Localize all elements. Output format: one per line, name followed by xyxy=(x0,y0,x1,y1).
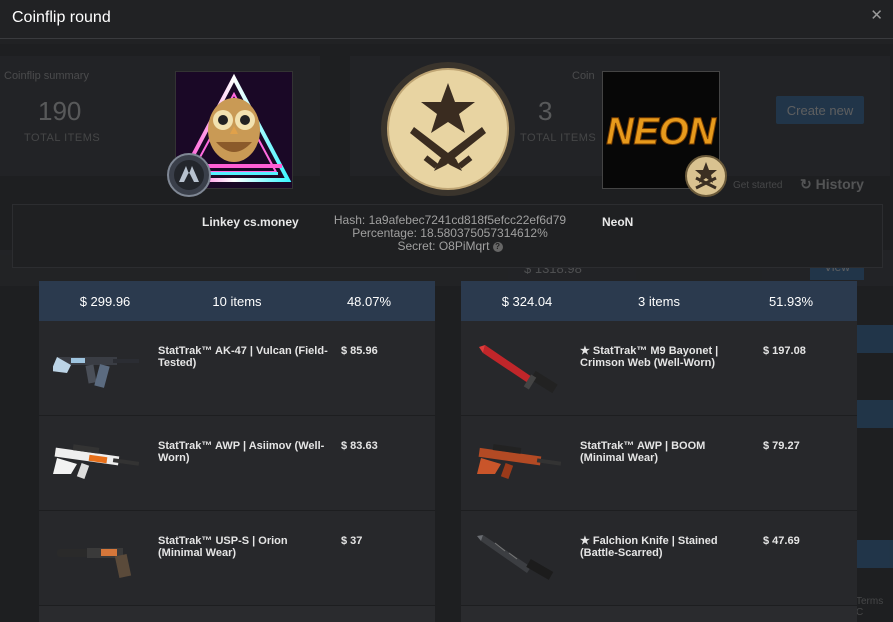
item-row[interactable]: StatTrak™ USP-S | Orion (Minimal Wear) $… xyxy=(39,511,435,606)
create-new-button: Create new xyxy=(776,96,864,124)
item-row[interactable]: ★ Falchion Knife | Stained (Battle-Scarr… xyxy=(461,511,857,606)
item-row[interactable]: StatTrak™ AWP | Asiimov (Well-Worn) $ 83… xyxy=(39,416,435,511)
background-summary-title-right: Coin xyxy=(572,70,595,82)
item-name: ★ StatTrak™ M9 Bayonet | Crimson Web (We… xyxy=(580,345,719,369)
item-name: StatTrak™ AWP | BOOM (Minimal Wear) xyxy=(580,440,706,464)
get-started-link: Get started xyxy=(733,180,783,191)
side-item-count: 10 items xyxy=(212,293,262,309)
rank-badge-icon xyxy=(167,153,211,197)
background-side-button xyxy=(856,325,893,353)
item-price: $ 83.63 xyxy=(341,440,378,452)
side-panel-left: $ 299.96 10 items 48.07% StatTrak™ AK-47… xyxy=(39,281,435,622)
close-icon[interactable]: ✕ xyxy=(870,6,883,24)
m9-bayonet-icon xyxy=(479,345,558,394)
modal-title: Coinflip round xyxy=(12,9,111,26)
rank-badge-icon xyxy=(685,155,727,197)
neon-avatar-text: NEON xyxy=(606,111,717,153)
item-price: $ 79.27 xyxy=(763,440,800,452)
item-name: StatTrak™ AWP | Asiimov (Well-Worn) xyxy=(158,440,325,464)
side-header-right: $ 324.04 3 items 51.93% xyxy=(461,281,857,321)
provably-fair-info: Hash: 1a9afebec7241cd818f5efcc22ef6d79 P… xyxy=(310,214,590,253)
side-win-chance: 51.93% xyxy=(768,293,814,309)
awp-asiimov-icon xyxy=(53,444,140,479)
background-total-items-label: TOTAL ITEMS xyxy=(24,132,101,144)
item-row[interactable]: ★ StatTrak™ M9 Bayonet | Crimson Web (We… xyxy=(461,321,857,416)
ak47-icon xyxy=(53,357,139,388)
terms-link: Terms C xyxy=(856,596,884,618)
background-total-items-count-right: 3 xyxy=(538,96,553,126)
item-name: StatTrak™ USP-S | Orion (Minimal Wear) xyxy=(158,535,288,559)
item-price: $ 37 xyxy=(341,535,363,547)
background-side-button xyxy=(856,540,893,568)
side-total-value: $ 299.96 xyxy=(79,293,131,309)
item-price: $ 85.96 xyxy=(341,345,378,357)
player-left-name[interactable]: Linkey cs.money xyxy=(202,215,299,229)
side-total-value: $ 324.04 xyxy=(501,293,553,309)
awp-boom-icon xyxy=(477,444,562,479)
secret-row: Secret: O8PiMqrt? xyxy=(310,240,590,253)
player-right-name[interactable]: NeoN xyxy=(602,215,633,229)
side-item-count: 3 items xyxy=(638,293,680,309)
item-price: $ 47.69 xyxy=(763,535,800,547)
background-side-button xyxy=(856,400,893,428)
background-total-items-label-right: TOTAL ITEMS xyxy=(520,132,597,144)
side-header-left: $ 299.96 10 items 48.07% xyxy=(39,281,435,321)
background-summary-title: Coinflip summary xyxy=(4,70,89,82)
coinflip-coin-icon xyxy=(381,62,515,196)
modal-header: Coinflip round ✕ xyxy=(0,0,893,39)
item-row[interactable]: StatTrak™ AK-47 | Vulcan (Field-Tested) … xyxy=(39,321,435,416)
item-row[interactable]: StatTrak™ AWP | BOOM (Minimal Wear) $ 79… xyxy=(461,416,857,511)
background-total-items-count: 190 xyxy=(38,96,82,126)
side-panel-right: $ 324.04 3 items 51.93% ★ StatTrak™ M9 B… xyxy=(461,281,857,622)
falchion-knife-icon xyxy=(477,535,554,580)
side-win-chance: 48.07% xyxy=(346,293,392,309)
item-name: StatTrak™ AK-47 | Vulcan (Field-Tested) xyxy=(158,345,328,369)
secret-text: Secret: O8PiMqrt xyxy=(397,239,490,253)
help-icon[interactable]: ? xyxy=(492,241,503,252)
item-name: ★ Falchion Knife | Stained (Battle-Scarr… xyxy=(580,535,718,559)
history-label: History xyxy=(815,176,864,192)
history-link: ↻ History xyxy=(800,176,864,192)
item-price: $ 197.08 xyxy=(763,345,806,357)
usp-s-icon xyxy=(57,548,132,579)
